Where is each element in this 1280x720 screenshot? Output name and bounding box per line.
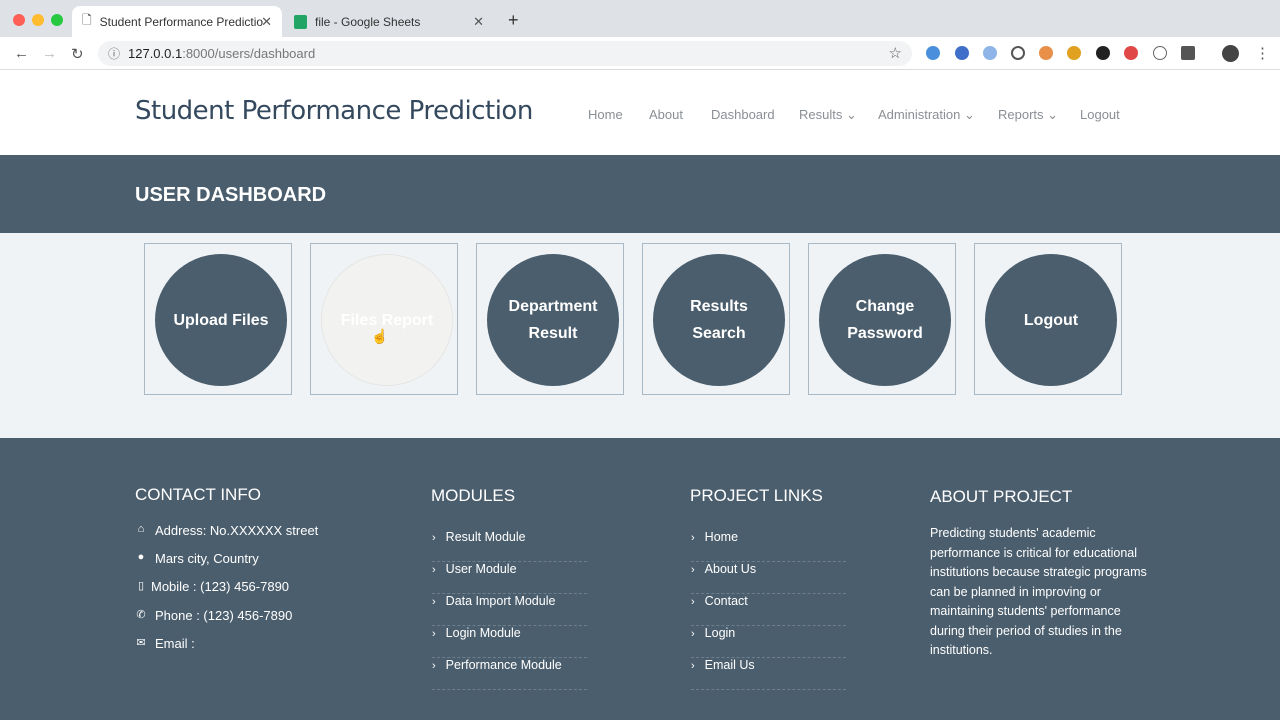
about-project-heading: ABOUT PROJECT — [930, 487, 1073, 506]
page-title: USER DASHBOARD — [135, 184, 327, 206]
contact-city: ● Mars city, Country — [135, 551, 259, 566]
chevron-right-icon: › — [432, 660, 436, 672]
nav-reports[interactable]: Reports ⌄ — [998, 107, 1058, 123]
contact-phone: ✆ Phone : (123) 456-7890 — [136, 608, 293, 623]
envelope-icon: ✉ — [136, 637, 146, 649]
new-tab-button[interactable]: + — [508, 10, 519, 31]
info-icon: ⓘ — [108, 47, 121, 61]
nav-administration[interactable]: Administration ⌄ — [878, 107, 975, 123]
project-link[interactable]: › Contact — [691, 594, 846, 626]
page-banner: USER DASHBOARD — [0, 155, 1280, 233]
files-report-button[interactable]: Files Report — [321, 254, 453, 386]
extension-icon[interactable] — [983, 46, 997, 60]
phone-icon: ✆ — [136, 609, 146, 621]
card-results-search[interactable]: Results Search — [642, 243, 790, 395]
extension-icon[interactable] — [1153, 46, 1167, 60]
avatar[interactable] — [1222, 45, 1239, 62]
mobile-icon: ▯ — [137, 580, 145, 592]
sheets-icon — [294, 14, 307, 29]
module-link[interactable]: › Data Import Module — [432, 594, 587, 626]
menu-kebab-icon[interactable]: ⋮ — [1255, 44, 1270, 62]
module-link[interactable]: › Login Module — [432, 626, 587, 658]
globe-icon: ● — [137, 551, 145, 563]
nav-home[interactable]: Home — [588, 107, 623, 122]
close-window-button[interactable] — [13, 14, 25, 26]
module-link[interactable]: › Result Module — [432, 530, 587, 562]
maximize-window-button[interactable] — [51, 14, 63, 26]
card-files-report[interactable]: Files Report ☝ — [310, 243, 458, 395]
card-logout[interactable]: Logout — [974, 243, 1122, 395]
chevron-right-icon: › — [432, 532, 436, 544]
card-change-password[interactable]: Change Password — [808, 243, 956, 395]
extension-icon[interactable] — [1039, 46, 1053, 60]
tab-google-sheets[interactable]: file - Google Sheets ✕ — [284, 6, 494, 37]
nav-dashboard[interactable]: Dashboard — [711, 107, 775, 122]
extension-icon[interactable] — [1181, 46, 1195, 60]
project-links-heading: PROJECT LINKS — [690, 486, 823, 505]
about-project-text: Predicting students' academic performanc… — [930, 526, 1147, 657]
chevron-right-icon: › — [432, 564, 436, 576]
extension-icon[interactable] — [1011, 46, 1025, 60]
nav-results[interactable]: Results ⌄ — [799, 107, 857, 123]
chevron-right-icon: › — [691, 628, 695, 640]
card-department-result[interactable]: Department Result — [476, 243, 624, 395]
contact-info-heading: CONTACT INFO — [135, 485, 261, 504]
site-header: Student Performance Prediction Home Abou… — [0, 70, 1280, 155]
contact-mobile: ▯ Mobile : (123) 456-7890 — [135, 579, 289, 594]
chevron-right-icon: › — [432, 628, 436, 640]
site-brand[interactable]: Student Performance Prediction — [135, 96, 533, 126]
module-link[interactable]: › Performance Module — [432, 658, 587, 690]
forward-icon[interactable]: → — [42, 45, 57, 62]
back-icon[interactable]: ← — [14, 45, 29, 62]
site-footer: CONTACT INFO ⌂ Address: No.XXXXXX street … — [0, 438, 1280, 720]
home-icon: ⌂ — [137, 523, 145, 535]
close-tab-icon[interactable]: ✕ — [261, 14, 272, 30]
department-result-button[interactable]: Department Result — [487, 254, 619, 386]
bookmark-star-icon[interactable]: ☆ — [889, 44, 902, 62]
extension-icon[interactable] — [926, 46, 940, 60]
contact-email: ✉ Email : — [136, 636, 195, 651]
chevron-right-icon: › — [432, 596, 436, 608]
project-link[interactable]: › Login — [691, 626, 846, 658]
chevron-right-icon: › — [691, 596, 695, 608]
chevron-right-icon: › — [691, 532, 695, 544]
extension-icon[interactable] — [1067, 46, 1081, 60]
nav-logout[interactable]: Logout — [1080, 107, 1120, 122]
logout-button[interactable]: Logout — [985, 254, 1117, 386]
project-link[interactable]: › Email Us — [691, 658, 846, 690]
modules-heading: MODULES — [431, 486, 516, 505]
change-password-button[interactable]: Change Password — [819, 254, 951, 386]
project-link[interactable]: › About Us — [691, 562, 846, 594]
address-bar: ← → ↻ ⓘ 127.0.0.1:8000/users/dashboard ☆… — [0, 37, 1280, 70]
dashboard-cards: Upload Files Files Report ☝ Department R… — [0, 233, 1280, 438]
contact-address: ⌂ Address: No.XXXXXX street — [135, 523, 319, 538]
url-input[interactable]: ⓘ 127.0.0.1:8000/users/dashboard ☆ — [98, 41, 912, 66]
extension-icon[interactable] — [955, 46, 969, 60]
hand-cursor-icon: ☝ — [371, 328, 389, 344]
results-search-button[interactable]: Results Search — [653, 254, 785, 386]
nav-about[interactable]: About — [649, 107, 683, 122]
extension-icon[interactable] — [1096, 46, 1110, 60]
page-icon: 🗋 — [82, 13, 92, 27]
upload-files-button[interactable]: Upload Files — [155, 254, 287, 386]
extension-icon[interactable] — [1124, 46, 1138, 60]
chevron-right-icon: › — [691, 564, 695, 576]
minimize-window-button[interactable] — [32, 14, 44, 26]
card-upload-files[interactable]: Upload Files — [144, 243, 292, 395]
tab-student-performance[interactable]: 🗋 Student Performance Predictio ✕ — [72, 6, 282, 37]
project-link[interactable]: › Home — [691, 530, 846, 562]
module-link[interactable]: › User Module — [432, 562, 587, 594]
chevron-right-icon: › — [691, 660, 695, 672]
reload-icon[interactable]: ↻ — [71, 45, 84, 63]
browser-tab-bar: 🗋 Student Performance Predictio ✕ file -… — [0, 0, 1280, 37]
close-tab-icon[interactable]: ✕ — [473, 14, 484, 30]
